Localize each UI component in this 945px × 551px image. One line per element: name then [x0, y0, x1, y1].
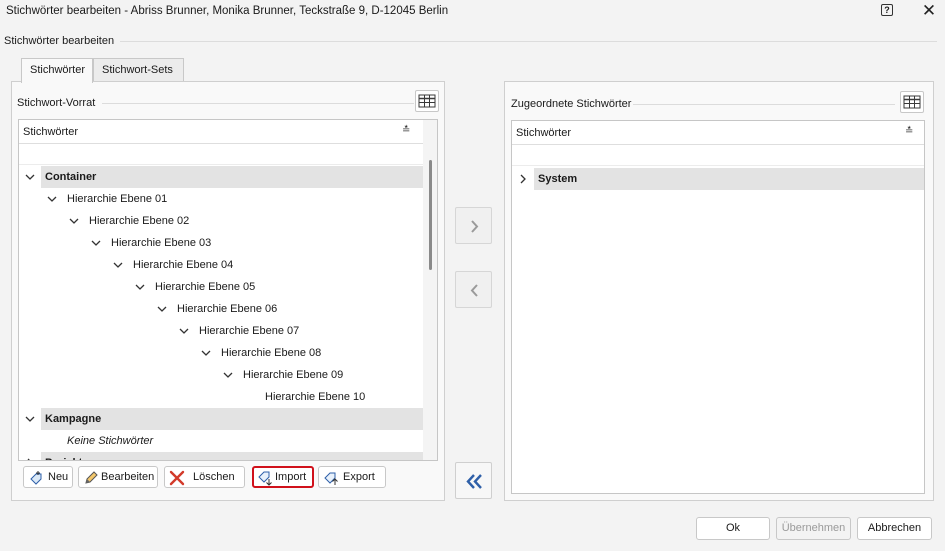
grid-icon: [418, 94, 436, 108]
edit-button[interactable]: Bearbeiten: [78, 466, 158, 488]
group-band: [41, 452, 423, 460]
cancel-button[interactable]: Abbrechen: [857, 517, 932, 540]
chevron-down-icon[interactable]: [200, 347, 212, 359]
tree-row-label: Keine Stichwörter: [67, 435, 154, 447]
double-chevron-left-icon: [466, 474, 482, 489]
tree-row[interactable]: Hierarchie Ebene 07: [19, 320, 423, 342]
import-button[interactable]: Import: [252, 466, 314, 488]
window-title: Stichwörter bearbeiten - Abriss Brunner,…: [6, 5, 449, 17]
tree-row-label: Hierarchie Ebene 10: [265, 391, 366, 403]
tree-row[interactable]: Hierarchie Ebene 06: [19, 298, 423, 320]
tree-row-label: Hierarchie Ebene 03: [111, 237, 212, 249]
section-divider: [120, 41, 937, 42]
sort-icon[interactable]: ≛: [402, 125, 410, 136]
column-header[interactable]: Stichwörter ≛: [19, 120, 423, 144]
delete-button[interactable]: Löschen: [164, 466, 245, 488]
chevron-left-icon: [470, 284, 478, 297]
group-band: [41, 166, 423, 188]
export-tag-icon: [324, 472, 338, 485]
tree-row-label: Container: [45, 171, 97, 183]
tree-row-label: Hierarchie Ebene 04: [133, 259, 234, 271]
ok-button[interactable]: Ok: [696, 517, 770, 540]
filter-row[interactable]: [19, 145, 423, 165]
tree-row[interactable]: Hierarchie Ebene 01: [19, 188, 423, 210]
tab-stichwoerter[interactable]: Stichwörter: [21, 58, 93, 83]
tree-row-label: Hierarchie Ebene 09: [243, 369, 344, 381]
tree-row[interactable]: Hierarchie Ebene 09: [19, 364, 423, 386]
tree-row-label: Hierarchie Ebene 08: [221, 347, 322, 359]
export-button[interactable]: Export: [318, 466, 386, 488]
tree-row: Keine Stichwörter: [19, 430, 423, 452]
caption-divider: [102, 103, 414, 104]
tree-row-label: Projekt: [45, 457, 82, 460]
pencil-icon: [85, 471, 98, 484]
tree-group-row[interactable]: Projekt: [19, 452, 423, 461]
tree-row[interactable]: Hierarchie Ebene 03: [19, 232, 423, 254]
left-panel: Stichwort-Vorrat Stichwörter ≛ Container…: [11, 81, 445, 501]
chevron-down-icon[interactable]: [156, 303, 168, 315]
panel-caption-vorrat: Stichwort-Vorrat: [17, 97, 96, 109]
tree-row[interactable]: Hierarchie Ebene 08: [19, 342, 423, 364]
column-header-label: Stichwörter: [516, 127, 572, 139]
apply-button[interactable]: Übernehmen: [776, 517, 851, 540]
tree-row-label: Hierarchie Ebene 01: [67, 193, 168, 205]
chevron-down-icon[interactable]: [24, 171, 36, 183]
tree-row[interactable]: Hierarchie Ebene 10: [19, 386, 423, 408]
chevron-down-icon[interactable]: [24, 413, 36, 425]
filter-row[interactable]: [512, 146, 924, 166]
caption-divider: [633, 104, 895, 105]
chevron-down-icon[interactable]: [90, 237, 102, 249]
tree-row-label: Kampagne: [45, 413, 102, 425]
add-selected-button[interactable]: [455, 207, 492, 244]
column-header[interactable]: Stichwörter ≛: [512, 121, 924, 145]
section-label: Stichwörter bearbeiten: [4, 35, 115, 47]
tree-row-label: Hierarchie Ebene 07: [199, 325, 300, 337]
panel-caption-zugeordnet: Zugeordnete Stichwörter: [511, 98, 632, 110]
help-icon[interactable]: ?: [881, 4, 893, 16]
tree-group-row[interactable]: Container: [19, 166, 423, 188]
column-chooser-button[interactable]: [415, 90, 439, 112]
chevron-down-icon[interactable]: [222, 369, 234, 381]
chevron-right-icon[interactable]: [517, 173, 529, 185]
tree-group-row[interactable]: Kampagne: [19, 408, 423, 430]
scrollbar-thumb[interactable]: [429, 160, 432, 270]
tree-row-label: System: [538, 173, 578, 185]
chevron-down-icon[interactable]: [46, 193, 58, 205]
title-bar: Stichwörter bearbeiten - Abriss Brunner,…: [0, 0, 945, 24]
tree-row[interactable]: Hierarchie Ebene 05: [19, 276, 423, 298]
tree-row[interactable]: Hierarchie Ebene 02: [19, 210, 423, 232]
keyword-tree[interactable]: Stichwörter ≛ Container Hierarchie Ebene …: [18, 119, 438, 461]
chevron-down-icon[interactable]: [178, 325, 190, 337]
tab-stichwort-sets[interactable]: Stichwort-Sets: [93, 58, 184, 82]
column-chooser-button[interactable]: [900, 91, 924, 113]
assigned-keyword-tree[interactable]: Stichwörter ≛ System: [511, 120, 925, 494]
grid-icon: [903, 95, 921, 109]
tree-row-label: Hierarchie Ebene 02: [89, 215, 190, 227]
sort-icon[interactable]: ≛: [905, 126, 913, 137]
chevron-down-icon[interactable]: [134, 281, 146, 293]
new-button[interactable]: Neu: [23, 466, 73, 488]
delete-x-icon: [169, 470, 185, 486]
chevron-down-icon[interactable]: [112, 259, 124, 271]
import-tag-icon: [258, 471, 272, 486]
close-icon[interactable]: ✕: [917, 1, 941, 21]
right-panel: Zugeordnete Stichwörter Stichwörter ≛ Sy…: [504, 81, 934, 501]
new-tag-icon: [30, 471, 42, 485]
chevron-right-icon[interactable]: [24, 457, 36, 461]
chevron-down-icon[interactable]: [68, 215, 80, 227]
vertical-scrollbar[interactable]: [423, 120, 437, 460]
tree-row-label: Hierarchie Ebene 05: [155, 281, 256, 293]
column-header-label: Stichwörter: [23, 126, 79, 138]
chevron-right-icon: [471, 220, 479, 233]
remove-all-button[interactable]: [455, 462, 492, 499]
remove-selected-button[interactable]: [455, 271, 492, 308]
group-band: [534, 168, 924, 190]
tree-group-row[interactable]: System: [512, 168, 924, 190]
tree-row[interactable]: Hierarchie Ebene 04: [19, 254, 423, 276]
tree-row-label: Hierarchie Ebene 06: [177, 303, 278, 315]
